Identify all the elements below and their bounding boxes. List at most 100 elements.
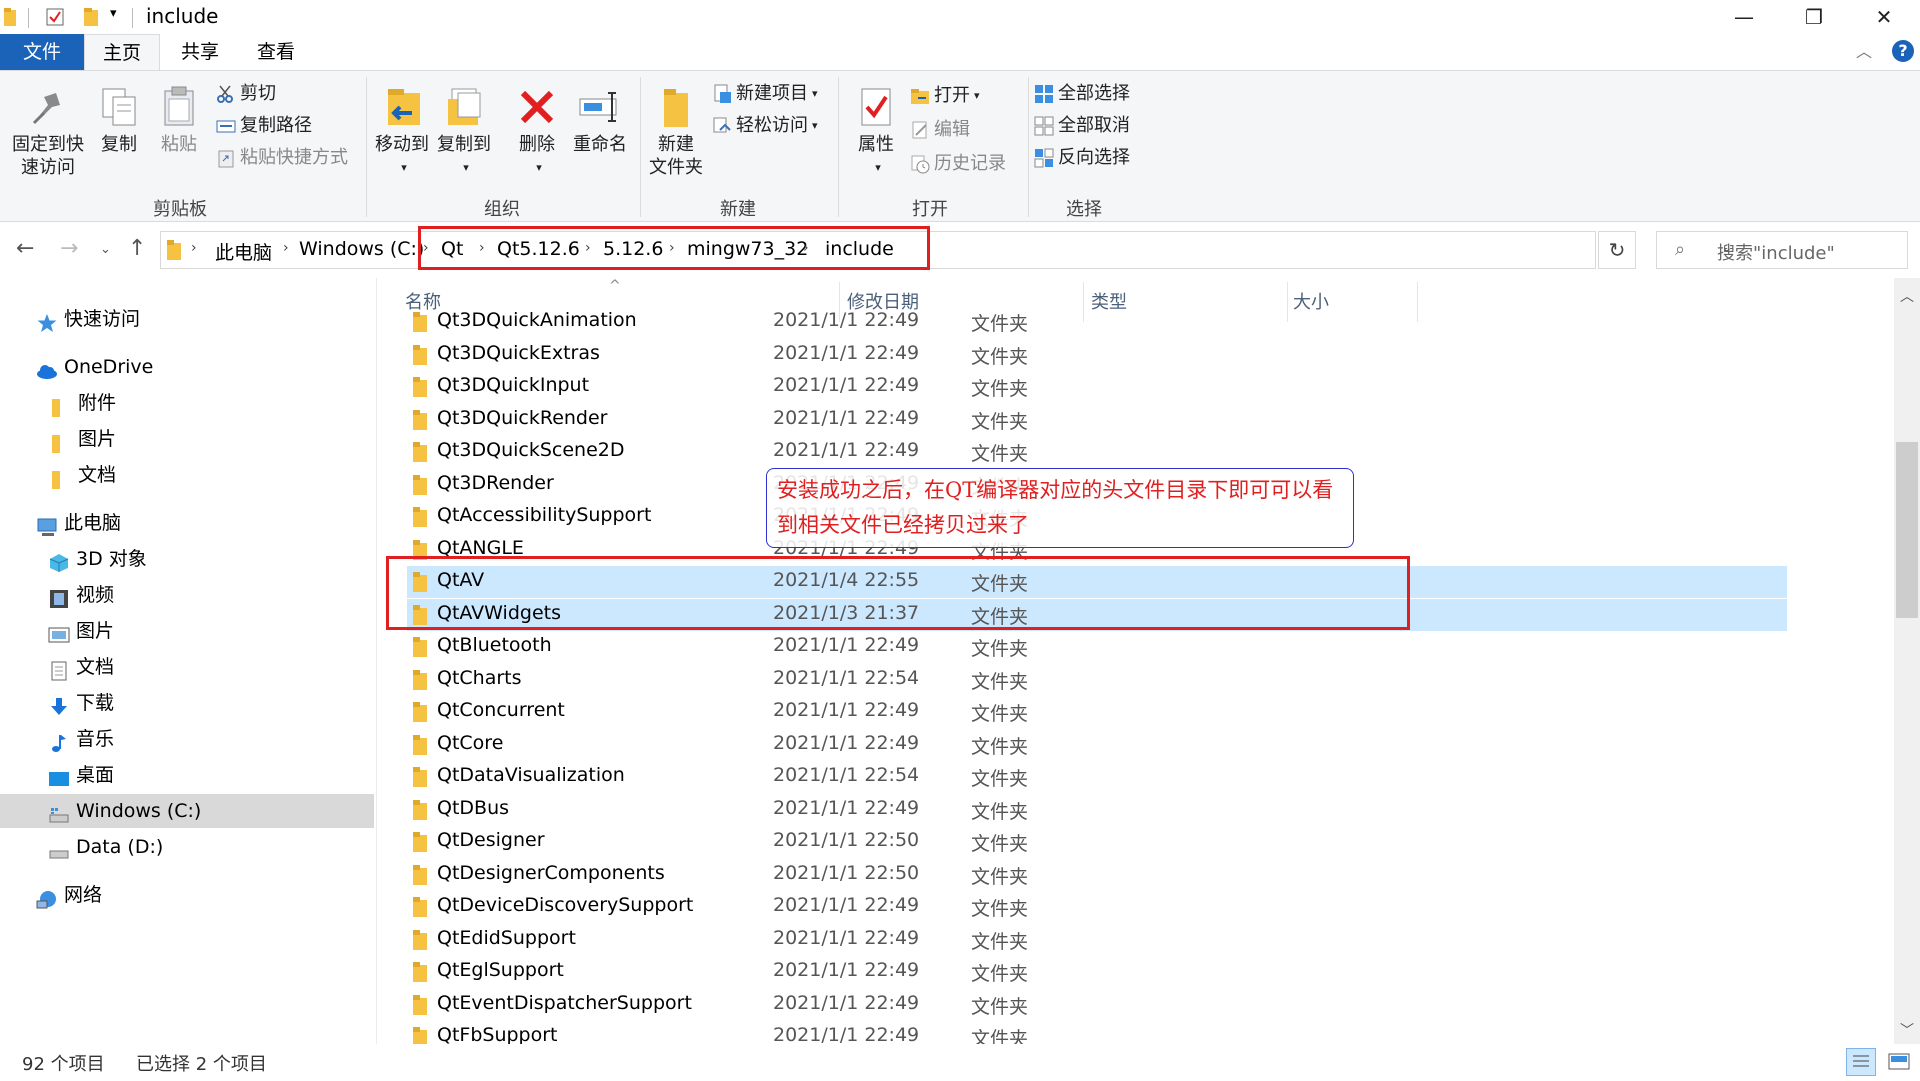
sidebar-label: Data (D:)	[76, 836, 164, 858]
vertical-scrollbar[interactable]: ︿ ﹀	[1894, 278, 1920, 1044]
sidebar-item-desktop[interactable]: 桌面	[48, 758, 114, 792]
table-row[interactable]: Qt3DQuickExtras 2021/1/1 22:49 文件夹	[407, 339, 1787, 371]
copy-path-button[interactable]: 复制路径	[216, 113, 312, 139]
table-row[interactable]: QtDesignerComponents 2021/1/1 22:50 文件夹	[407, 859, 1787, 891]
open-button[interactable]: 打开 ▾	[910, 83, 980, 109]
back-arrow-icon[interactable]: ←	[16, 236, 34, 261]
table-row[interactable]: QtDataVisualization 2021/1/1 22:54 文件夹	[407, 761, 1787, 793]
sidebar-item-network[interactable]: 网络	[36, 878, 102, 912]
rename-button[interactable]: 重命名	[570, 85, 630, 156]
tab-share[interactable]: 共享	[170, 34, 230, 70]
delete-button[interactable]: 删除 ▾	[512, 85, 562, 179]
table-row[interactable]: QtEdidSupport 2021/1/1 22:49 文件夹	[407, 924, 1787, 956]
move-to-button[interactable]: 移动到 ▾	[372, 85, 432, 179]
paste-button[interactable]: 粘贴	[154, 85, 204, 156]
sidebar-item-downloads[interactable]: 下载	[48, 686, 114, 720]
table-row[interactable]: Qt3DQuickRender 2021/1/1 22:49 文件夹	[407, 404, 1787, 436]
table-row[interactable]: QtCore 2021/1/1 22:49 文件夹	[407, 729, 1787, 761]
table-row[interactable]: Qt3DQuickInput 2021/1/1 22:49 文件夹	[407, 371, 1787, 403]
sidebar-item-onedrive[interactable]: OneDrive	[36, 350, 153, 384]
sidebar-item-windows-c[interactable]: Windows (C:)	[0, 794, 374, 828]
table-row[interactable]: QtFbSupport 2021/1/1 22:49 文件夹	[407, 1021, 1787, 1044]
folder-icon[interactable]	[4, 8, 16, 26]
sidebar-item-music[interactable]: 音乐	[48, 722, 114, 756]
breadcrumb-windows-c[interactable]: Windows (C:)	[299, 238, 424, 260]
breadcrumb-chevron-icon[interactable]: ›	[283, 240, 289, 256]
customize-quick-access-dropdown[interactable]: ▾	[110, 6, 117, 21]
sidebar-item-this-pc[interactable]: 此电脑	[36, 506, 121, 540]
tab-file[interactable]: 文件	[0, 34, 84, 70]
table-row[interactable]: QtEglSupport 2021/1/1 22:49 文件夹	[407, 956, 1787, 988]
large-icons-view-icon[interactable]	[1884, 1048, 1914, 1076]
help-icon[interactable]: ?	[1892, 40, 1914, 62]
scrollbar-thumb[interactable]	[1896, 442, 1918, 618]
easy-access-button[interactable]: 轻松访问 ▾	[712, 113, 818, 139]
file-name: QtAccessibilitySupport	[437, 504, 652, 526]
up-arrow-icon[interactable]: ↑	[128, 236, 146, 261]
restore-button[interactable]: ❐	[1782, 0, 1846, 34]
file-date: 2021/1/1 22:49	[773, 926, 920, 949]
new-item-label: 新建项目	[736, 83, 808, 104]
table-row[interactable]: Qt3DQuickAnimation 2021/1/1 22:49 文件夹	[407, 306, 1787, 338]
file-type: 文件夹	[971, 833, 1029, 855]
select-all-button[interactable]: 全部选择	[1034, 81, 1130, 107]
file-name: Qt3DQuickRender	[437, 406, 608, 429]
forward-arrow-icon[interactable]: →	[60, 236, 78, 261]
file-type: 文件夹	[971, 670, 1029, 693]
table-row[interactable]: QtCharts 2021/1/1 22:54 文件夹	[407, 664, 1787, 696]
new-folder-quick-icon[interactable]	[84, 8, 102, 26]
file-name: Qt3DRender	[437, 471, 554, 494]
pin-to-quick-access-button[interactable]: 固定到快 速访问	[8, 85, 88, 179]
table-row[interactable]: QtDBus 2021/1/1 22:49 文件夹	[407, 794, 1787, 826]
table-row[interactable]: QtDesigner 2021/1/1 22:50 文件夹	[407, 826, 1787, 858]
recent-locations-chevron-icon[interactable]: ⌄	[100, 242, 111, 257]
new-item-button[interactable]: 新建项目 ▾	[712, 81, 818, 107]
red-highlight-address-path	[418, 226, 930, 270]
tab-home[interactable]: 主页	[84, 34, 160, 70]
sidebar-item-onedrive-pictures[interactable]: 图片	[50, 422, 116, 456]
table-row[interactable]: QtBluetooth 2021/1/1 22:49 文件夹	[407, 631, 1787, 663]
copy-button[interactable]: 复制	[94, 85, 144, 156]
file-name: QtDeviceDiscoverySupport	[437, 894, 694, 916]
scroll-up-icon[interactable]: ︿	[1900, 286, 1914, 306]
new-folder-button[interactable]: 新建 文件夹	[646, 85, 706, 179]
folder-icon	[413, 864, 427, 885]
sidebar-item-pictures[interactable]: 图片	[48, 614, 114, 648]
history-button[interactable]: 历史记录	[910, 151, 1006, 177]
navigation-bar: ← → ⌄ ↑ › 此电脑 › Windows (C:) › Qt › Qt5.…	[0, 222, 1920, 278]
refresh-icon[interactable]: ↻	[1598, 231, 1636, 269]
sidebar-item-data-d[interactable]: Data (D:)	[48, 830, 163, 864]
tab-view[interactable]: 查看	[246, 34, 306, 70]
sidebar-item-documents[interactable]: 文档	[48, 650, 114, 684]
collapse-ribbon-icon[interactable]: ︿	[1856, 38, 1872, 62]
table-row[interactable]: QtConcurrent 2021/1/1 22:49 文件夹	[407, 696, 1787, 728]
table-row[interactable]: QtDeviceDiscoverySupport 2021/1/1 22:49 文件…	[407, 891, 1787, 923]
cut-label: 剪切	[240, 83, 276, 104]
breadcrumb-this-pc[interactable]: 此电脑	[215, 238, 272, 265]
search-input[interactable]: ⌕ 搜索"include"	[1656, 231, 1908, 269]
move-to-dropdown: ▾	[401, 161, 407, 174]
sidebar-item-3d-objects[interactable]: 3D 对象	[48, 542, 147, 576]
breadcrumb-chevron-icon[interactable]: ›	[191, 240, 197, 256]
sidebar-item-videos[interactable]: 视频	[48, 578, 114, 612]
paste-shortcut-button[interactable]: 粘贴快捷方式	[216, 145, 348, 171]
table-row[interactable]: QtEventDispatcherSupport 2021/1/1 22:49 文件…	[407, 989, 1787, 1021]
sidebar-item-onedrive-documents[interactable]: 文档	[50, 458, 116, 492]
sidebar-item-quick-access[interactable]: 快速访问	[36, 302, 140, 336]
cut-button[interactable]: 剪切	[216, 81, 276, 107]
folder-icon	[413, 929, 427, 950]
file-name: QtDesigner	[437, 829, 545, 851]
select-none-button[interactable]: 全部取消	[1034, 113, 1130, 139]
sidebar-item-attachments[interactable]: 附件	[50, 386, 116, 420]
copy-to-button[interactable]: 复制到 ▾	[434, 85, 494, 179]
properties-button[interactable]: 属性 ▾	[846, 85, 906, 179]
details-view-icon[interactable]	[1846, 1048, 1876, 1076]
close-button[interactable]: ✕	[1852, 0, 1916, 34]
properties-quick-icon[interactable]	[46, 8, 64, 26]
scroll-down-icon[interactable]: ﹀	[1900, 1020, 1914, 1040]
table-row[interactable]: Qt3DQuickScene2D 2021/1/1 22:49 文件夹	[407, 436, 1787, 468]
edit-button[interactable]: 编辑	[910, 117, 970, 143]
minimize-button[interactable]: —	[1712, 0, 1776, 34]
invert-selection-button[interactable]: 反向选择	[1034, 145, 1130, 171]
file-date: 2021/1/1 22:50	[773, 861, 920, 884]
